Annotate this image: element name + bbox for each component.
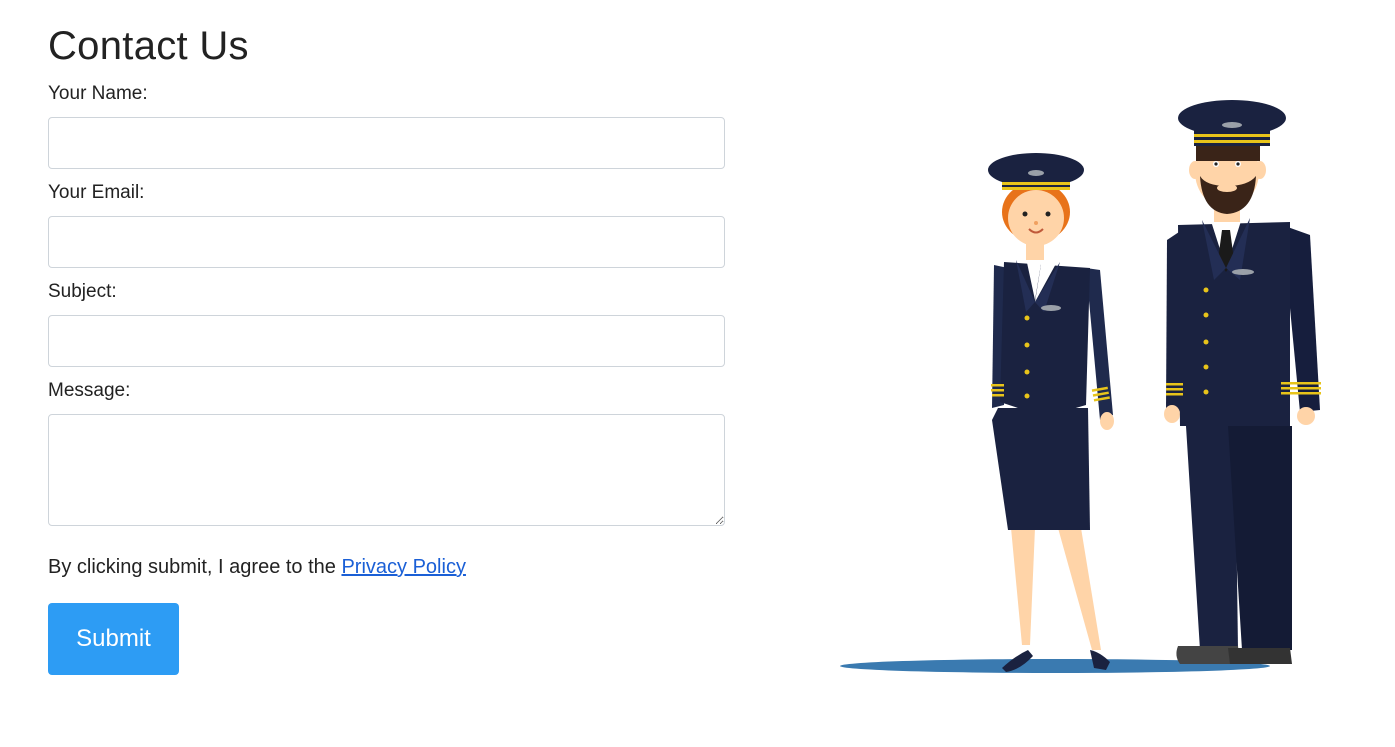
female-pilot xyxy=(988,153,1114,672)
subject-label: Subject: xyxy=(48,281,117,302)
message-label: Message: xyxy=(48,380,131,401)
contact-page: Contact Us Your Name: Your Email: Subjec… xyxy=(0,0,1395,747)
subject-input[interactable] xyxy=(48,315,725,367)
submit-button[interactable]: Submit xyxy=(48,603,179,675)
name-label: Your Name: xyxy=(48,83,148,104)
male-pilot xyxy=(1164,100,1321,664)
email-label: Your Email: xyxy=(48,182,145,203)
page-title: Contact Us xyxy=(48,24,249,68)
consent-label: By clicking submit, I agree to the xyxy=(48,556,342,578)
privacy-policy-link[interactable]: Privacy Policy xyxy=(341,556,465,578)
name-input[interactable] xyxy=(48,117,725,169)
email-input[interactable] xyxy=(48,216,725,268)
message-textarea[interactable] xyxy=(48,414,725,526)
consent-text: By clicking submit, I agree to the Priva… xyxy=(48,554,725,580)
contact-form: Contact Us Your Name: Your Email: Subjec… xyxy=(48,22,725,675)
pilots-illustration xyxy=(840,100,1321,673)
